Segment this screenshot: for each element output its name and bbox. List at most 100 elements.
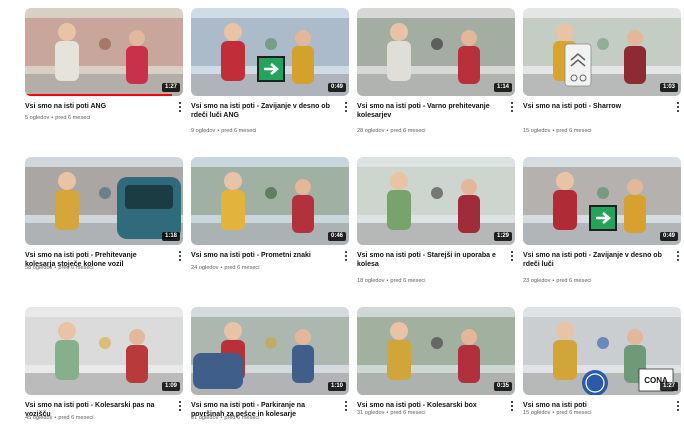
video-thumbnail[interactable]: 0:46 [191, 157, 349, 245]
video-card[interactable]: 1:10 Vsi smo na isti poti - Parkiranje na… [191, 307, 349, 447]
more-options-icon[interactable] [343, 102, 349, 112]
video-duration-badge: 0:46 [327, 232, 346, 241]
more-options-icon[interactable] [177, 102, 183, 112]
video-meta: 9 ogledov • pred 6 meseci [191, 128, 331, 135]
video-thumbnail[interactable]: 1:10 [191, 307, 349, 395]
video-meta: 18 ogledov • pred 6 meseci [357, 278, 497, 285]
upload-age: pred 6 meseci [390, 278, 426, 284]
view-count: 15 ogledov [523, 410, 551, 416]
video-card[interactable]: 1:03 Vsi smo na isti poti - Sharrow 15 ogl… [523, 8, 681, 148]
upload-age: pred 6 meseci [224, 415, 260, 421]
video-thumbnail[interactable]: 1:09 [25, 307, 183, 395]
video-meta: 5 ogledov • pred 6 meseci [25, 115, 165, 122]
video-card[interactable]: CONA 1:27 Vsi smo na isti poti 15 ogledov • p… [523, 307, 681, 447]
more-options-icon[interactable] [343, 251, 349, 261]
video-duration-badge: 1:29 [493, 232, 512, 241]
meta-separator: • [552, 278, 555, 284]
video-card[interactable]: 1:09 Vsi smo na isti poti - Kolesarski pa… [25, 307, 183, 447]
video-meta: 28 ogledov • pred 6 meseci [357, 128, 497, 135]
view-count: 18 ogledov [357, 278, 385, 284]
view-count: 58 ogledov [25, 265, 53, 271]
video-card[interactable]: 0:49 Vsi smo na isti poti - Zavijanje v d… [523, 157, 681, 297]
meta-separator: • [552, 410, 555, 416]
video-thumbnail[interactable]: 1:29 [357, 157, 515, 245]
video-duration-badge: 0:49 [327, 83, 346, 92]
upload-age: pred 6 meseci [390, 410, 426, 416]
video-thumbnail[interactable]: 1:03 [523, 8, 681, 96]
upload-age: pred 6 meseci [58, 265, 94, 271]
more-options-icon[interactable] [343, 401, 349, 411]
video-duration-badge: 1:27 [659, 382, 678, 391]
upload-age: pred 6 meseci [58, 415, 94, 421]
upload-age: pred 6 meseci [55, 115, 91, 121]
view-count: 9 ogledov [191, 128, 216, 134]
more-options-icon[interactable] [509, 251, 515, 261]
video-thumbnail[interactable]: 0:49 [191, 8, 349, 96]
video-card[interactable]: 1:18 Vsi smo na isti poti - Prehitevanje … [25, 157, 183, 297]
video-thumbnail[interactable]: 1:18 [25, 157, 183, 245]
view-count: 28 ogledov [357, 128, 385, 134]
video-duration-badge: 1:10 [327, 382, 346, 391]
video-title[interactable]: Vsi smo na isti poti ANG [25, 102, 165, 111]
video-card[interactable]: 0:49 Vsi smo na isti poti - Zavijanje v d… [191, 8, 349, 148]
video-title[interactable]: Vsi smo na isti poti - Prometni znaki [191, 251, 331, 260]
video-title[interactable]: Vsi smo na isti poti [523, 401, 663, 410]
view-count: 45 ogledov [25, 415, 53, 421]
upload-age: pred 6 meseci [224, 265, 260, 271]
video-card[interactable]: 1:14 Vsi smo na isti poti - Varno prehite… [357, 8, 515, 148]
more-options-icon[interactable] [509, 102, 515, 112]
video-duration-badge: 0:49 [659, 232, 678, 241]
view-count: 31 ogledov [191, 415, 219, 421]
video-card[interactable]: 1:27 Vsi smo na isti poti ANG 5 ogledov • pr… [25, 8, 183, 148]
view-count: 5 ogledov [25, 115, 50, 121]
meta-separator: • [386, 128, 389, 134]
video-meta: 45 ogledov • pred 6 meseci [25, 415, 165, 422]
upload-age: pred 6 meseci [556, 278, 592, 284]
video-title[interactable]: Vsi smo na isti poti - Zavijanje v desno… [191, 102, 331, 120]
more-options-icon[interactable] [675, 401, 681, 411]
video-thumbnail[interactable]: 0:35 [357, 307, 515, 395]
meta-separator: • [386, 410, 389, 416]
video-card[interactable]: 1:29 Vsi smo na isti poti - Starejši in u… [357, 157, 515, 297]
video-thumbnail[interactable]: 0:49 [523, 157, 681, 245]
video-duration-badge: 1:09 [161, 382, 180, 391]
video-title[interactable]: Vsi smo na isti poti - Sharrow [523, 102, 663, 111]
more-options-icon[interactable] [509, 401, 515, 411]
meta-separator: • [386, 278, 389, 284]
meta-separator: • [220, 415, 223, 421]
video-meta: 31 ogledov • pred 6 meseci [357, 410, 497, 417]
video-meta: 31 ogledov • pred 6 meseci [191, 415, 331, 422]
upload-age: pred 6 meseci [556, 410, 592, 416]
more-options-icon[interactable] [177, 251, 183, 261]
video-title[interactable]: Vsi smo na isti poti - Kolesarski box [357, 401, 497, 410]
video-meta: 58 ogledov • pred 6 meseci [25, 265, 165, 272]
meta-separator: • [217, 128, 220, 134]
view-count: 23 ogledov [523, 278, 551, 284]
meta-separator: • [54, 265, 57, 271]
view-count: 15 ogledov [523, 128, 551, 134]
video-card[interactable]: 0:35 Vsi smo na isti poti - Kolesarski bo… [357, 307, 515, 447]
upload-age: pred 6 meseci [556, 128, 592, 134]
view-count: 31 ogledov [357, 410, 385, 416]
video-title[interactable]: Vsi smo na isti poti - Starejši in upora… [357, 251, 497, 269]
watch-progress-bar [25, 94, 172, 96]
upload-age: pred 6 meseci [390, 128, 426, 134]
more-options-icon[interactable] [177, 401, 183, 411]
video-thumbnail[interactable]: 1:14 [357, 8, 515, 96]
video-meta: 23 ogledov • pred 6 meseci [523, 278, 663, 285]
meta-separator: • [51, 115, 54, 121]
video-meta: 24 ogledov • pred 6 meseci [191, 265, 331, 272]
video-duration-badge: 0:35 [493, 382, 512, 391]
more-options-icon[interactable] [675, 251, 681, 261]
video-grid: 1:27 Vsi smo na isti poti ANG 5 ogledov • pr… [0, 0, 684, 431]
video-title[interactable]: Vsi smo na isti poti - Varno prehitevanj… [357, 102, 497, 120]
meta-separator: • [552, 128, 555, 134]
video-title[interactable]: Vsi smo na isti poti - Zavijanje v desno… [523, 251, 663, 269]
video-thumbnail[interactable]: CONA 1:27 [523, 307, 681, 395]
video-duration-badge: 1:03 [659, 83, 678, 92]
video-thumbnail[interactable]: 1:27 [25, 8, 183, 96]
video-duration-badge: 1:27 [161, 83, 180, 92]
video-duration-badge: 1:18 [161, 232, 180, 241]
more-options-icon[interactable] [675, 102, 681, 112]
video-card[interactable]: 0:46 Vsi smo na isti poti - Prometni znak… [191, 157, 349, 297]
